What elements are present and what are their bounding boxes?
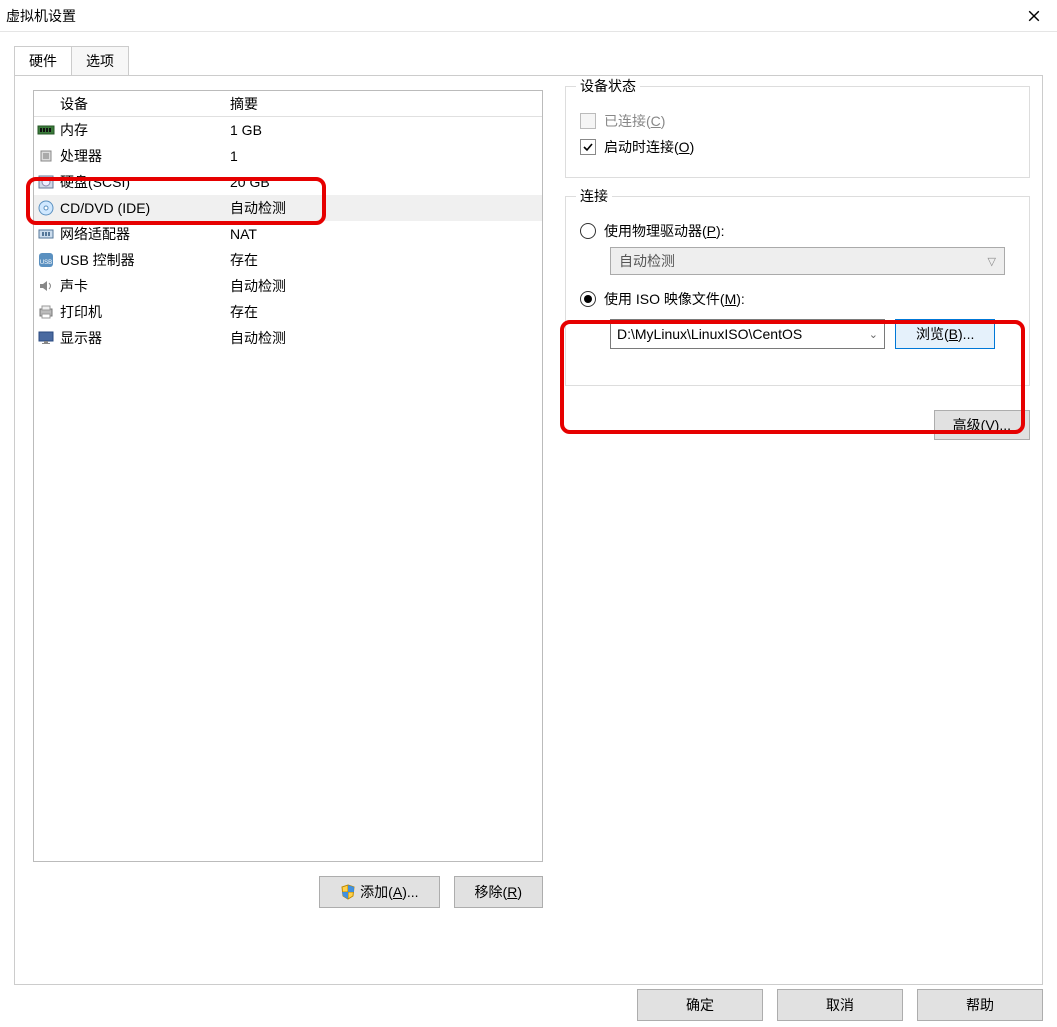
settings-panel: 设备状态 已连接(C) 启动时连接(O) 连接 使用物理驱动器(P): 自动检测… [565, 86, 1030, 440]
physical-drive-combo-value: 自动检测 [619, 251, 675, 271]
device-row-cpu[interactable]: 处理器1 [34, 143, 542, 169]
device-summary: 1 [228, 148, 542, 164]
browse-button[interactable]: 浏览(B)... [895, 319, 995, 349]
cancel-button[interactable]: 取消 [777, 989, 903, 1021]
device-summary: 1 GB [228, 122, 542, 138]
device-row-printer[interactable]: 打印机存在 [34, 299, 542, 325]
iso-file-label: 使用 ISO 映像文件(M): [604, 289, 745, 309]
tab-strip: 硬件 选项 [0, 32, 1057, 75]
header-summary: 摘要 [228, 94, 542, 114]
sound-icon [34, 277, 58, 295]
ok-button[interactable]: 确定 [637, 989, 763, 1021]
physical-drive-label: 使用物理驱动器(P): [604, 221, 725, 241]
device-row-disk[interactable]: 硬盘(SCSI)20 GB [34, 169, 542, 195]
help-button[interactable]: 帮助 [917, 989, 1043, 1021]
shield-icon [340, 884, 356, 900]
cd-icon [34, 199, 58, 217]
chevron-down-icon: ▽ [988, 255, 996, 268]
advanced-button[interactable]: 高级(V)... [934, 410, 1030, 440]
device-row-usb[interactable]: USB USB 控制器存在 [34, 247, 542, 273]
net-icon [34, 225, 58, 243]
remove-button-label: 移除(R) [475, 882, 522, 902]
device-name: CD/DVD (IDE) [58, 200, 228, 216]
connected-checkbox-row: 已连接(C) [580, 111, 1015, 131]
dialog-buttons: 确定 取消 帮助 [637, 989, 1043, 1021]
device-row-display[interactable]: 显示器自动检测 [34, 325, 542, 351]
iso-path-input[interactable]: D:\MyLinux\LinuxISO\CentOS ⌄ [610, 319, 885, 349]
device-name: 显示器 [58, 328, 228, 348]
device-summary: 自动检测 [228, 328, 542, 348]
connected-label: 已连接(C) [604, 111, 665, 131]
close-button[interactable] [1011, 0, 1057, 32]
iso-row: D:\MyLinux\LinuxISO\CentOS ⌄ 浏览(B)... [610, 319, 1015, 349]
advanced-button-label: 高级(V)... [953, 415, 1011, 435]
device-name: 网络适配器 [58, 224, 228, 244]
iso-path-value: D:\MyLinux\LinuxISO\CentOS [617, 326, 802, 342]
checkmark-icon [582, 141, 594, 153]
device-summary: NAT [228, 226, 542, 242]
close-icon [1028, 10, 1040, 22]
connect-on-poweron-row[interactable]: 启动时连接(O) [580, 137, 1015, 157]
disk-icon [34, 173, 58, 191]
add-button[interactable]: 添加(A)... [319, 876, 439, 908]
device-summary: 存在 [228, 250, 542, 270]
window-title: 虚拟机设置 [6, 6, 76, 26]
tab-options[interactable]: 选项 [71, 46, 129, 75]
device-state-legend: 设备状态 [576, 76, 640, 96]
device-name: USB 控制器 [58, 250, 228, 270]
printer-icon [34, 303, 58, 321]
physical-drive-combo: 自动检测 ▽ [610, 247, 1005, 275]
device-name: 内存 [58, 120, 228, 140]
iso-file-radio-row[interactable]: 使用 ISO 映像文件(M): [580, 289, 1015, 309]
device-row-cd[interactable]: CD/DVD (IDE)自动检测 [34, 195, 542, 221]
device-list: 设备 摘要 内存1 GB处理器1硬盘(SCSI)20 GBCD/DVD (IDE… [33, 90, 543, 862]
add-button-label: 添加(A)... [360, 882, 418, 902]
display-icon [34, 329, 58, 347]
connected-checkbox [580, 113, 596, 129]
device-summary: 20 GB [228, 174, 542, 190]
tab-hardware[interactable]: 硬件 [14, 46, 72, 75]
device-row-net[interactable]: 网络适配器NAT [34, 221, 542, 247]
browse-button-label: 浏览(B)... [916, 324, 974, 344]
remove-button[interactable]: 移除(R) [454, 876, 543, 908]
device-name: 硬盘(SCSI) [58, 172, 228, 192]
chevron-down-icon: ⌄ [869, 328, 878, 341]
usb-icon: USB [34, 251, 58, 269]
device-summary: 自动检测 [228, 276, 542, 296]
device-panel: 设备 摘要 内存1 GB处理器1硬盘(SCSI)20 GBCD/DVD (IDE… [33, 90, 543, 908]
device-actions: 添加(A)... 移除(R) [33, 876, 543, 908]
memory-icon [34, 123, 58, 137]
titlebar: 虚拟机设置 [0, 0, 1057, 32]
device-name: 声卡 [58, 276, 228, 296]
device-row-sound[interactable]: 声卡自动检测 [34, 273, 542, 299]
connection-legend: 连接 [576, 186, 612, 206]
device-state-group: 设备状态 已连接(C) 启动时连接(O) [565, 86, 1030, 178]
header-device: 设备 [58, 94, 228, 114]
device-name: 处理器 [58, 146, 228, 166]
device-list-header: 设备 摘要 [34, 91, 542, 117]
connect-on-poweron-checkbox[interactable] [580, 139, 596, 155]
physical-drive-radio[interactable] [580, 223, 596, 239]
physical-drive-radio-row[interactable]: 使用物理驱动器(P): [580, 221, 1015, 241]
device-row-memory[interactable]: 内存1 GB [34, 117, 542, 143]
device-name: 打印机 [58, 302, 228, 322]
svg-text:USB: USB [40, 260, 52, 266]
connect-on-poweron-label: 启动时连接(O) [604, 137, 694, 157]
cpu-icon [34, 147, 58, 165]
device-summary: 存在 [228, 302, 542, 322]
iso-file-radio[interactable] [580, 291, 596, 307]
connection-group: 连接 使用物理驱动器(P): 自动检测 ▽ 使用 ISO 映像文件(M): D:… [565, 196, 1030, 386]
tab-content: 设备 摘要 内存1 GB处理器1硬盘(SCSI)20 GBCD/DVD (IDE… [14, 75, 1043, 985]
device-summary: 自动检测 [228, 198, 542, 218]
